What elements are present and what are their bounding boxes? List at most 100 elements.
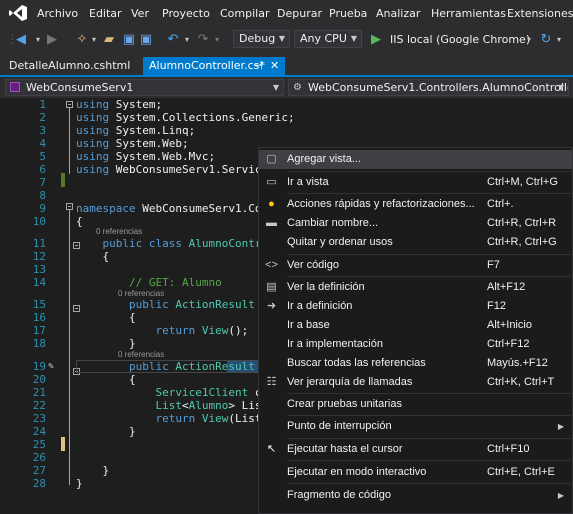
- menu-item-label: Agregar vista...: [287, 153, 361, 165]
- menu-extensiones[interactable]: Extensiones: [507, 7, 573, 20]
- line-number: 1: [39, 98, 46, 111]
- close-tab-icon[interactable]: ✕: [270, 57, 279, 74]
- platform-value: Any CPU: [300, 32, 347, 45]
- menu-item-label: Ir a implementación: [287, 338, 383, 350]
- menu-item-ir-a-base[interactable]: Ir a base Alt+Inicio: [259, 316, 572, 335]
- new-project-icon[interactable]: ✧: [74, 32, 90, 48]
- undo-icon[interactable]: ↶: [165, 32, 181, 48]
- menu-prueba[interactable]: Prueba: [329, 7, 367, 20]
- codelens-references[interactable]: 0 referencias: [96, 227, 142, 236]
- tab-alumnocontroller[interactable]: AlumnoController.cs* ⊣ ✕: [143, 57, 285, 77]
- menu-item-label: Cambiar nombre...: [287, 217, 379, 229]
- menu-bar: Archivo Editar Ver Proyecto Compilar Dep…: [0, 0, 573, 26]
- menu-item-buscar-referencias[interactable]: Buscar todas las referencias Mayús.+F12: [259, 354, 572, 373]
- menu-item-label: Acciones rápidas y refactorizaciones...: [287, 198, 475, 210]
- save-all-icon[interactable]: ▣: [138, 32, 154, 48]
- run-target-dropdown-icon[interactable]: ▾: [524, 32, 534, 48]
- lightbulb-icon: ●: [268, 198, 275, 210]
- line-number: 4: [39, 137, 46, 150]
- context-menu: ▢ Agregar vista... ▭ Ir a vista Ctrl+M, …: [258, 147, 573, 514]
- menu-item-ir-a-implementacion[interactable]: Ir a implementación Ctrl+F12: [259, 335, 572, 354]
- menu-item-ver-definicion[interactable]: ▤ Ver la definición Alt+F12: [259, 278, 572, 297]
- line-number: 16: [32, 311, 46, 324]
- line-number: 10: [32, 215, 46, 228]
- pin-tab-icon[interactable]: ⊣: [253, 57, 263, 74]
- menu-analizar[interactable]: Analizar: [376, 7, 420, 20]
- codelens-references[interactable]: 0 referencias: [118, 350, 164, 359]
- undo-dropdown-icon[interactable]: ▾: [183, 32, 191, 48]
- menu-proyecto[interactable]: Proyecto: [162, 7, 210, 20]
- menu-item-acciones-rapidas[interactable]: ● Acciones rápidas y refactorizaciones..…: [259, 195, 572, 214]
- code-text: using System;: [76, 98, 163, 111]
- line-number: 18: [32, 337, 46, 350]
- menu-item-crear-pruebas[interactable]: Crear pruebas unitarias: [259, 395, 572, 414]
- toolbar: ⋮ ◀ ▾ ▶ ✧ ▾ ▰ ▣ ▣ ↶ ▾ ↷ ▾ Debug ▼ Any CP…: [0, 26, 573, 54]
- back-icon[interactable]: ◀: [13, 32, 29, 48]
- refresh-dropdown-icon[interactable]: ▾: [555, 32, 563, 48]
- line-number: 26: [32, 451, 46, 464]
- menu-item-modo-interactivo[interactable]: Ejecutar en modo interactivo Ctrl+E, Ctr…: [259, 463, 572, 482]
- menu-herramientas[interactable]: Herramientas: [431, 7, 506, 20]
- class-icon: ⚙: [293, 82, 302, 93]
- quick-actions-icon[interactable]: ✎: [48, 361, 54, 372]
- new-project-dropdown-icon[interactable]: ▾: [90, 32, 98, 48]
- line-number: 21: [32, 386, 46, 399]
- menu-item-ejecutar-hasta-cursor[interactable]: ↖ Ejecutar hasta el cursor Ctrl+F10: [259, 440, 572, 459]
- navigation-bar: WebConsumeServ1 ▼ ⚙ WebConsumeServ1.Cont…: [0, 77, 573, 98]
- save-icon[interactable]: ▣: [121, 32, 137, 48]
- go-to-view-icon: ▭: [266, 176, 277, 188]
- platform-select[interactable]: Any CPU ▼: [294, 30, 362, 48]
- back-dropdown-icon[interactable]: ▾: [33, 32, 43, 48]
- configuration-select[interactable]: Debug ▼: [233, 30, 290, 48]
- tab-detallealumno[interactable]: DetalleAlumno.cshtml: [4, 57, 143, 75]
- menu-item-ver-codigo[interactable]: <> Ver código F7: [259, 256, 572, 275]
- code-text: using System.Linq;: [76, 124, 196, 137]
- menu-item-shortcut: Ctrl+R, Ctrl+R: [487, 217, 557, 229]
- menu-item-punto-interrupcion[interactable]: Punto de interrupción ▶: [259, 417, 572, 436]
- collapse-icon[interactable]: [66, 101, 73, 108]
- redo-icon[interactable]: ↷: [195, 32, 211, 48]
- menu-item-jerarquia-llamadas[interactable]: ☷ Ver jerarquía de llamadas Ctrl+K, Ctrl…: [259, 373, 572, 392]
- line-number: 7: [39, 176, 46, 189]
- menu-item-label: Ver la definición: [287, 281, 365, 293]
- refresh-icon[interactable]: ↻: [538, 32, 554, 48]
- toolbar-grip-icon: ⋮: [6, 32, 19, 47]
- menu-item-label: Crear pruebas unitarias: [287, 398, 402, 410]
- menu-item-quitar-ordenar-usos[interactable]: Quitar y ordenar usos Ctrl+R, Ctrl+G: [259, 233, 572, 252]
- collapse-icon[interactable]: [66, 203, 73, 210]
- menu-item-label: Buscar todas las referencias: [287, 357, 426, 369]
- start-debug-icon[interactable]: ▶: [369, 32, 383, 48]
- codelens-references[interactable]: 0 referencias: [118, 289, 164, 298]
- menu-item-ir-a-vista[interactable]: ▭ Ir a vista Ctrl+M, Ctrl+G: [259, 173, 572, 192]
- menu-item-shortcut: Ctrl+M, Ctrl+G: [487, 176, 558, 188]
- menu-item-ir-a-definicion[interactable]: ➜ Ir a definición F12: [259, 297, 572, 316]
- menu-separator: [287, 415, 571, 416]
- chevron-down-icon: ▼: [350, 34, 357, 43]
- menu-archivo[interactable]: Archivo: [37, 7, 78, 20]
- menu-separator: [287, 460, 571, 461]
- line-number: 14: [32, 276, 46, 289]
- menu-item-label: Ejecutar hasta el cursor: [287, 443, 403, 455]
- menu-item-cambiar-nombre[interactable]: ▬ Cambiar nombre... Ctrl+R, Ctrl+R: [259, 214, 572, 233]
- menu-separator: [287, 438, 571, 439]
- menu-item-fragmento-codigo[interactable]: Fragmento de código ▶: [259, 486, 572, 505]
- rename-icon: ▬: [266, 217, 277, 229]
- open-file-icon[interactable]: ▰: [101, 32, 117, 48]
- menu-item-label: Ejecutar en modo interactivo: [287, 466, 427, 478]
- menu-item-label: Ver jerarquía de llamadas: [287, 376, 413, 388]
- call-hierarchy-icon: ☷: [266, 376, 277, 388]
- menu-compilar[interactable]: Compilar: [220, 7, 269, 20]
- line-number: 9: [39, 202, 46, 215]
- run-target-button[interactable]: IIS local (Google Chrome): [390, 32, 540, 48]
- forward-icon[interactable]: ▶: [44, 32, 60, 48]
- menu-item-agregar-vista[interactable]: ▢ Agregar vista...: [259, 150, 572, 169]
- redo-dropdown-icon[interactable]: ▾: [213, 32, 221, 48]
- visual-studio-logo-icon[interactable]: [8, 4, 28, 22]
- menu-ver[interactable]: Ver: [131, 7, 149, 20]
- member-dropdown[interactable]: ⚙ WebConsumeServ1.Controllers.AlumnoCont…: [288, 79, 569, 96]
- menu-item-shortcut: Ctrl+F10: [487, 443, 530, 455]
- menu-depurar[interactable]: Depurar: [277, 7, 322, 20]
- project-dropdown[interactable]: WebConsumeServ1 ▼: [5, 79, 284, 96]
- menu-item-label: Ir a definición: [287, 300, 353, 312]
- menu-editar[interactable]: Editar: [89, 7, 122, 20]
